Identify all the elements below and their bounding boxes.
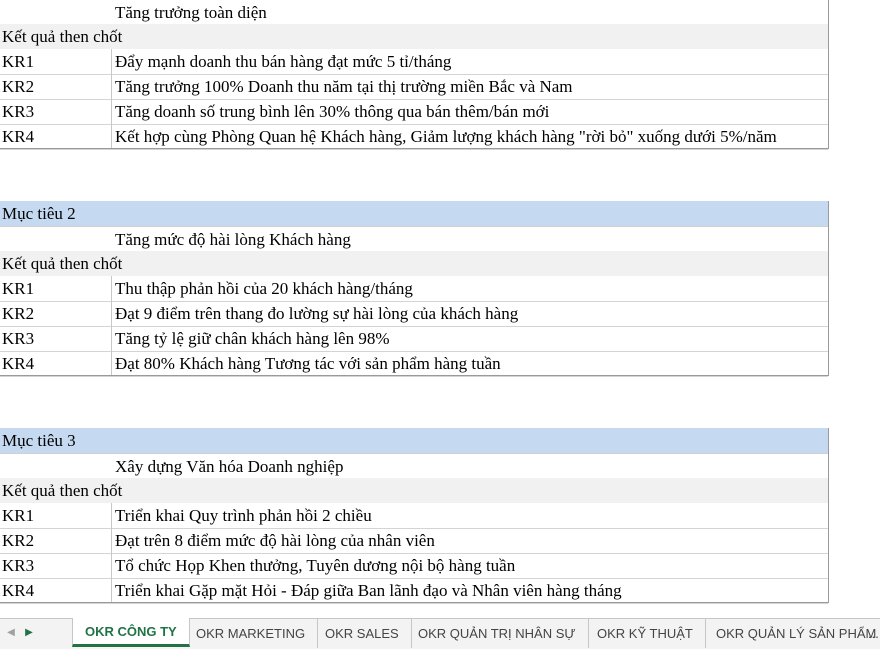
kr-text: Tăng tỷ lệ giữ chân khách hàng lên 98% (115, 329, 390, 348)
sheet-tab-bar: ◀ ▶ OKR CÔNG TY OKR MARKETING OKR SALES … (0, 618, 880, 649)
kr-row[interactable]: KR1 Thu thập phản hồi của 20 khách hàng/… (0, 276, 828, 302)
kr-heading-row[interactable]: Kết quả then chốt (0, 251, 828, 276)
goal-text: Xây dựng Văn hóa Doanh nghiệp (115, 457, 344, 476)
kr-id: KR4 (2, 127, 35, 146)
kr-heading: Kết quả then chốt (2, 481, 123, 500)
kr-row[interactable]: KR4 Triển khai Gặp mặt Hỏi - Đáp giữa Ba… (0, 578, 828, 604)
triangle-right-icon[interactable]: ▶ (22, 625, 36, 641)
triangle-left-icon[interactable]: ◀ (4, 625, 18, 641)
kr-row[interactable]: KR1 Triển khai Quy trình phản hồi 2 chiề… (0, 503, 828, 529)
sheet-tab-okr-sales[interactable]: OKR SALES (313, 619, 412, 648)
kr-id: KR1 (2, 52, 35, 71)
kr-heading-row[interactable]: Kết quả then chốt (0, 24, 828, 49)
sheet-tab-okr-quan-tri-nhan-su[interactable]: OKR QUẢN TRỊ NHÂN SỰ (406, 619, 589, 648)
kr-text: Triển khai Gặp mặt Hỏi - Đáp giữa Ban lã… (115, 581, 622, 600)
kr-text: Kết hợp cùng Phòng Quan hệ Khách hàng, G… (115, 127, 777, 146)
kr-heading-row[interactable]: Kết quả then chốt (0, 478, 828, 503)
kr-id: KR2 (2, 304, 35, 323)
kr-text: Tăng doanh số trung bình lên 30% thông q… (115, 102, 550, 121)
goal-label-row[interactable]: Mục tiêu 3 (0, 428, 828, 454)
kr-row[interactable]: KR3 Tăng tỷ lệ giữ chân khách hàng lên 9… (0, 326, 828, 352)
kr-id: KR3 (2, 556, 35, 575)
kr-row[interactable]: KR2 Đạt 9 điểm trên thang đo lường sự hà… (0, 301, 828, 327)
kr-id: KR3 (2, 329, 35, 348)
kr-row[interactable]: KR4 Đạt 80% Khách hàng Tương tác với sản… (0, 351, 828, 377)
kr-row[interactable]: KR2 Tăng trưởng 100% Doanh thu năm tại t… (0, 74, 828, 100)
kr-text: Đạt 9 điểm trên thang đo lường sự hài lò… (115, 304, 519, 323)
kr-text: Tăng trưởng 100% Doanh thu năm tại thị t… (115, 77, 573, 96)
goal-label: Mục tiêu 3 (2, 431, 76, 450)
kr-id: KR2 (2, 77, 35, 96)
goal-label: Mục tiêu 2 (2, 204, 76, 223)
goal-text-row[interactable]: Tăng trưởng toàn diện (0, 0, 828, 25)
goal-label-row[interactable]: Mục tiêu 2 (0, 201, 828, 227)
kr-text: Đạt trên 8 điểm mức độ hài lòng của nhân… (115, 531, 435, 550)
kr-text: Triển khai Quy trình phản hồi 2 chiều (115, 506, 372, 525)
kr-id: KR1 (2, 506, 35, 525)
kr-row[interactable]: KR1 Đẩy mạnh doanh thu bán hàng đạt mức … (0, 49, 828, 75)
kr-row[interactable]: KR3 Tăng doanh số trung bình lên 30% thô… (0, 99, 828, 125)
kr-row[interactable]: KR3 Tổ chức Họp Khen thưởng, Tuyên dương… (0, 553, 828, 579)
goal-text-row[interactable]: Xây dựng Văn hóa Doanh nghiệp (0, 454, 828, 479)
kr-text: Tổ chức Họp Khen thưởng, Tuyên dương nội… (115, 556, 516, 575)
more-tabs-button[interactable]: ... (868, 619, 879, 648)
goal-text: Tăng trưởng toàn diện (115, 3, 267, 22)
kr-id: KR3 (2, 102, 35, 121)
kr-text: Thu thập phản hồi của 20 khách hàng/thán… (115, 279, 413, 298)
kr-id: KR4 (2, 581, 35, 600)
goal-text-row[interactable]: Tăng mức độ hài lòng Khách hàng (0, 227, 828, 252)
kr-text: Đạt 80% Khách hàng Tương tác với sản phẩ… (115, 354, 501, 373)
kr-row[interactable]: KR4 Kết hợp cùng Phòng Quan hệ Khách hàn… (0, 124, 828, 150)
kr-heading: Kết quả then chốt (2, 27, 123, 46)
sheet-tab-okr-cong-ty[interactable]: OKR CÔNG TY (72, 618, 190, 647)
spreadsheet-grid: Tăng trưởng toàn diện Kết quả then chốt … (0, 0, 880, 618)
sheet-tab-okr-ky-thuat[interactable]: OKR KỸ THUẬT (585, 619, 706, 648)
kr-heading: Kết quả then chốt (2, 254, 123, 273)
goal-text: Tăng mức độ hài lòng Khách hàng (115, 230, 351, 249)
kr-id: KR2 (2, 531, 35, 550)
kr-text: Đẩy mạnh doanh thu bán hàng đạt mức 5 tỉ… (115, 52, 452, 71)
sheet-tab-okr-quan-ly-san-pham[interactable]: OKR QUẢN LÝ SẢN PHẨM (704, 619, 880, 648)
kr-id: KR4 (2, 354, 35, 373)
sheet-tab-okr-marketing[interactable]: OKR MARKETING (184, 619, 319, 648)
kr-id: KR1 (2, 279, 35, 298)
kr-row[interactable]: KR2 Đạt trên 8 điểm mức độ hài lòng của … (0, 528, 828, 554)
